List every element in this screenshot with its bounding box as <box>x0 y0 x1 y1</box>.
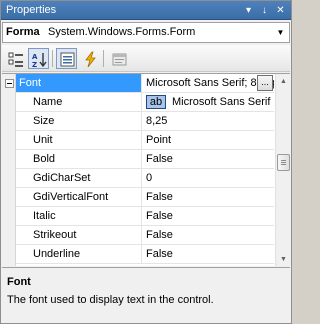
thumb-grip <box>281 160 286 161</box>
categorized-button[interactable] <box>5 48 26 69</box>
property-row-bold[interactable]: Bold False <box>16 150 274 169</box>
property-name: Strikeout <box>16 226 142 244</box>
object-type: System.Windows.Forms.Form <box>48 26 196 38</box>
categorized-icon <box>8 52 23 67</box>
property-value[interactable]: 8,25 <box>143 112 274 130</box>
svg-text:A: A <box>32 53 38 61</box>
property-row-font[interactable]: Font Microsoft Sans Serif; 8,25pt ... <box>16 74 274 93</box>
property-value-text: Microsoft Sans Serif; 8,25pt <box>146 77 274 89</box>
toolbar-separator <box>52 50 53 67</box>
pin-icon[interactable]: ↓ <box>257 3 272 18</box>
property-name: Italic <box>16 207 142 225</box>
properties-panel: Properties ▾ ↓ ✕ Forma System.Windows.Fo… <box>0 0 292 324</box>
property-name: GdiCharSet <box>16 169 142 187</box>
scroll-up-icon[interactable]: ▲ <box>276 74 290 89</box>
property-value[interactable]: ab Microsoft Sans Serif <box>143 93 274 111</box>
grid-left-margin <box>2 74 16 266</box>
property-value[interactable]: 0 <box>143 169 274 187</box>
property-value[interactable]: False <box>143 188 274 206</box>
scroll-down-icon[interactable]: ▼ <box>276 252 290 266</box>
properties-list-icon <box>60 52 75 67</box>
description-pane: Font The font used to display text in th… <box>2 267 290 323</box>
collapse-icon[interactable] <box>5 79 14 88</box>
property-row-unit[interactable]: Unit Point <box>16 131 274 150</box>
property-value-text: Microsoft Sans Serif <box>172 96 271 108</box>
property-name: Unit <box>16 131 142 149</box>
property-name: Underline <box>16 245 142 263</box>
property-row-size[interactable]: Size 8,25 <box>16 112 274 131</box>
panel-title: Properties <box>6 4 57 16</box>
object-name: Forma <box>6 26 40 38</box>
property-value[interactable]: False <box>143 226 274 244</box>
svg-text:Z: Z <box>32 61 37 68</box>
property-row-strikeout[interactable]: Strikeout False <box>16 226 274 245</box>
events-lightning-icon <box>85 51 96 68</box>
property-name: Size <box>16 112 142 130</box>
title-bar[interactable]: Properties ▾ ↓ ✕ <box>1 1 291 20</box>
property-value[interactable]: Point <box>143 131 274 149</box>
alphabetical-sort-icon: A Z <box>32 53 47 68</box>
vertical-scrollbar[interactable]: ▲ ▼ <box>275 74 290 266</box>
property-row-gdicharset[interactable]: GdiCharSet 0 <box>16 169 274 188</box>
close-icon[interactable]: ✕ <box>273 3 288 18</box>
property-value[interactable]: Microsoft Sans Serif; 8,25pt ... <box>143 74 274 92</box>
property-grid: Font Microsoft Sans Serif; 8,25pt ... Na… <box>2 73 290 266</box>
property-name: Name <box>16 93 142 111</box>
property-name: GdiVerticalFont <box>16 188 142 206</box>
properties-button[interactable] <box>56 48 77 69</box>
events-button[interactable] <box>79 48 100 69</box>
ellipsis-button[interactable]: ... <box>257 75 273 91</box>
thumb-grip <box>281 162 286 163</box>
property-row-italic[interactable]: Italic False <box>16 207 274 226</box>
property-pages-icon <box>112 53 127 66</box>
toolbar: A Z <box>2 45 290 72</box>
description-title: Font <box>7 276 31 288</box>
description-text: The font used to display text in the con… <box>7 294 214 306</box>
thumb-grip <box>281 164 286 165</box>
property-value[interactable]: False <box>143 150 274 168</box>
property-value[interactable]: False <box>143 245 274 263</box>
property-name: Bold <box>16 150 142 168</box>
font-sample-box: ab <box>146 95 166 109</box>
window-menu-icon[interactable]: ▾ <box>241 3 256 18</box>
property-row-gdiverticalfont[interactable]: GdiVerticalFont False <box>16 188 274 207</box>
scrollbar-thumb[interactable] <box>277 154 290 171</box>
alphabetical-button[interactable]: A Z <box>28 48 49 69</box>
property-value[interactable]: False <box>143 207 274 225</box>
property-pages-button[interactable] <box>108 48 129 69</box>
property-row-underline[interactable]: Underline False <box>16 245 274 264</box>
object-selector[interactable]: Forma System.Windows.Forms.Form ▼ <box>2 22 290 43</box>
property-name: Font <box>16 74 142 92</box>
toolbar-separator <box>103 50 104 67</box>
chevron-down-icon[interactable]: ▼ <box>273 24 288 41</box>
property-row-name[interactable]: Name ab Microsoft Sans Serif <box>16 93 274 112</box>
